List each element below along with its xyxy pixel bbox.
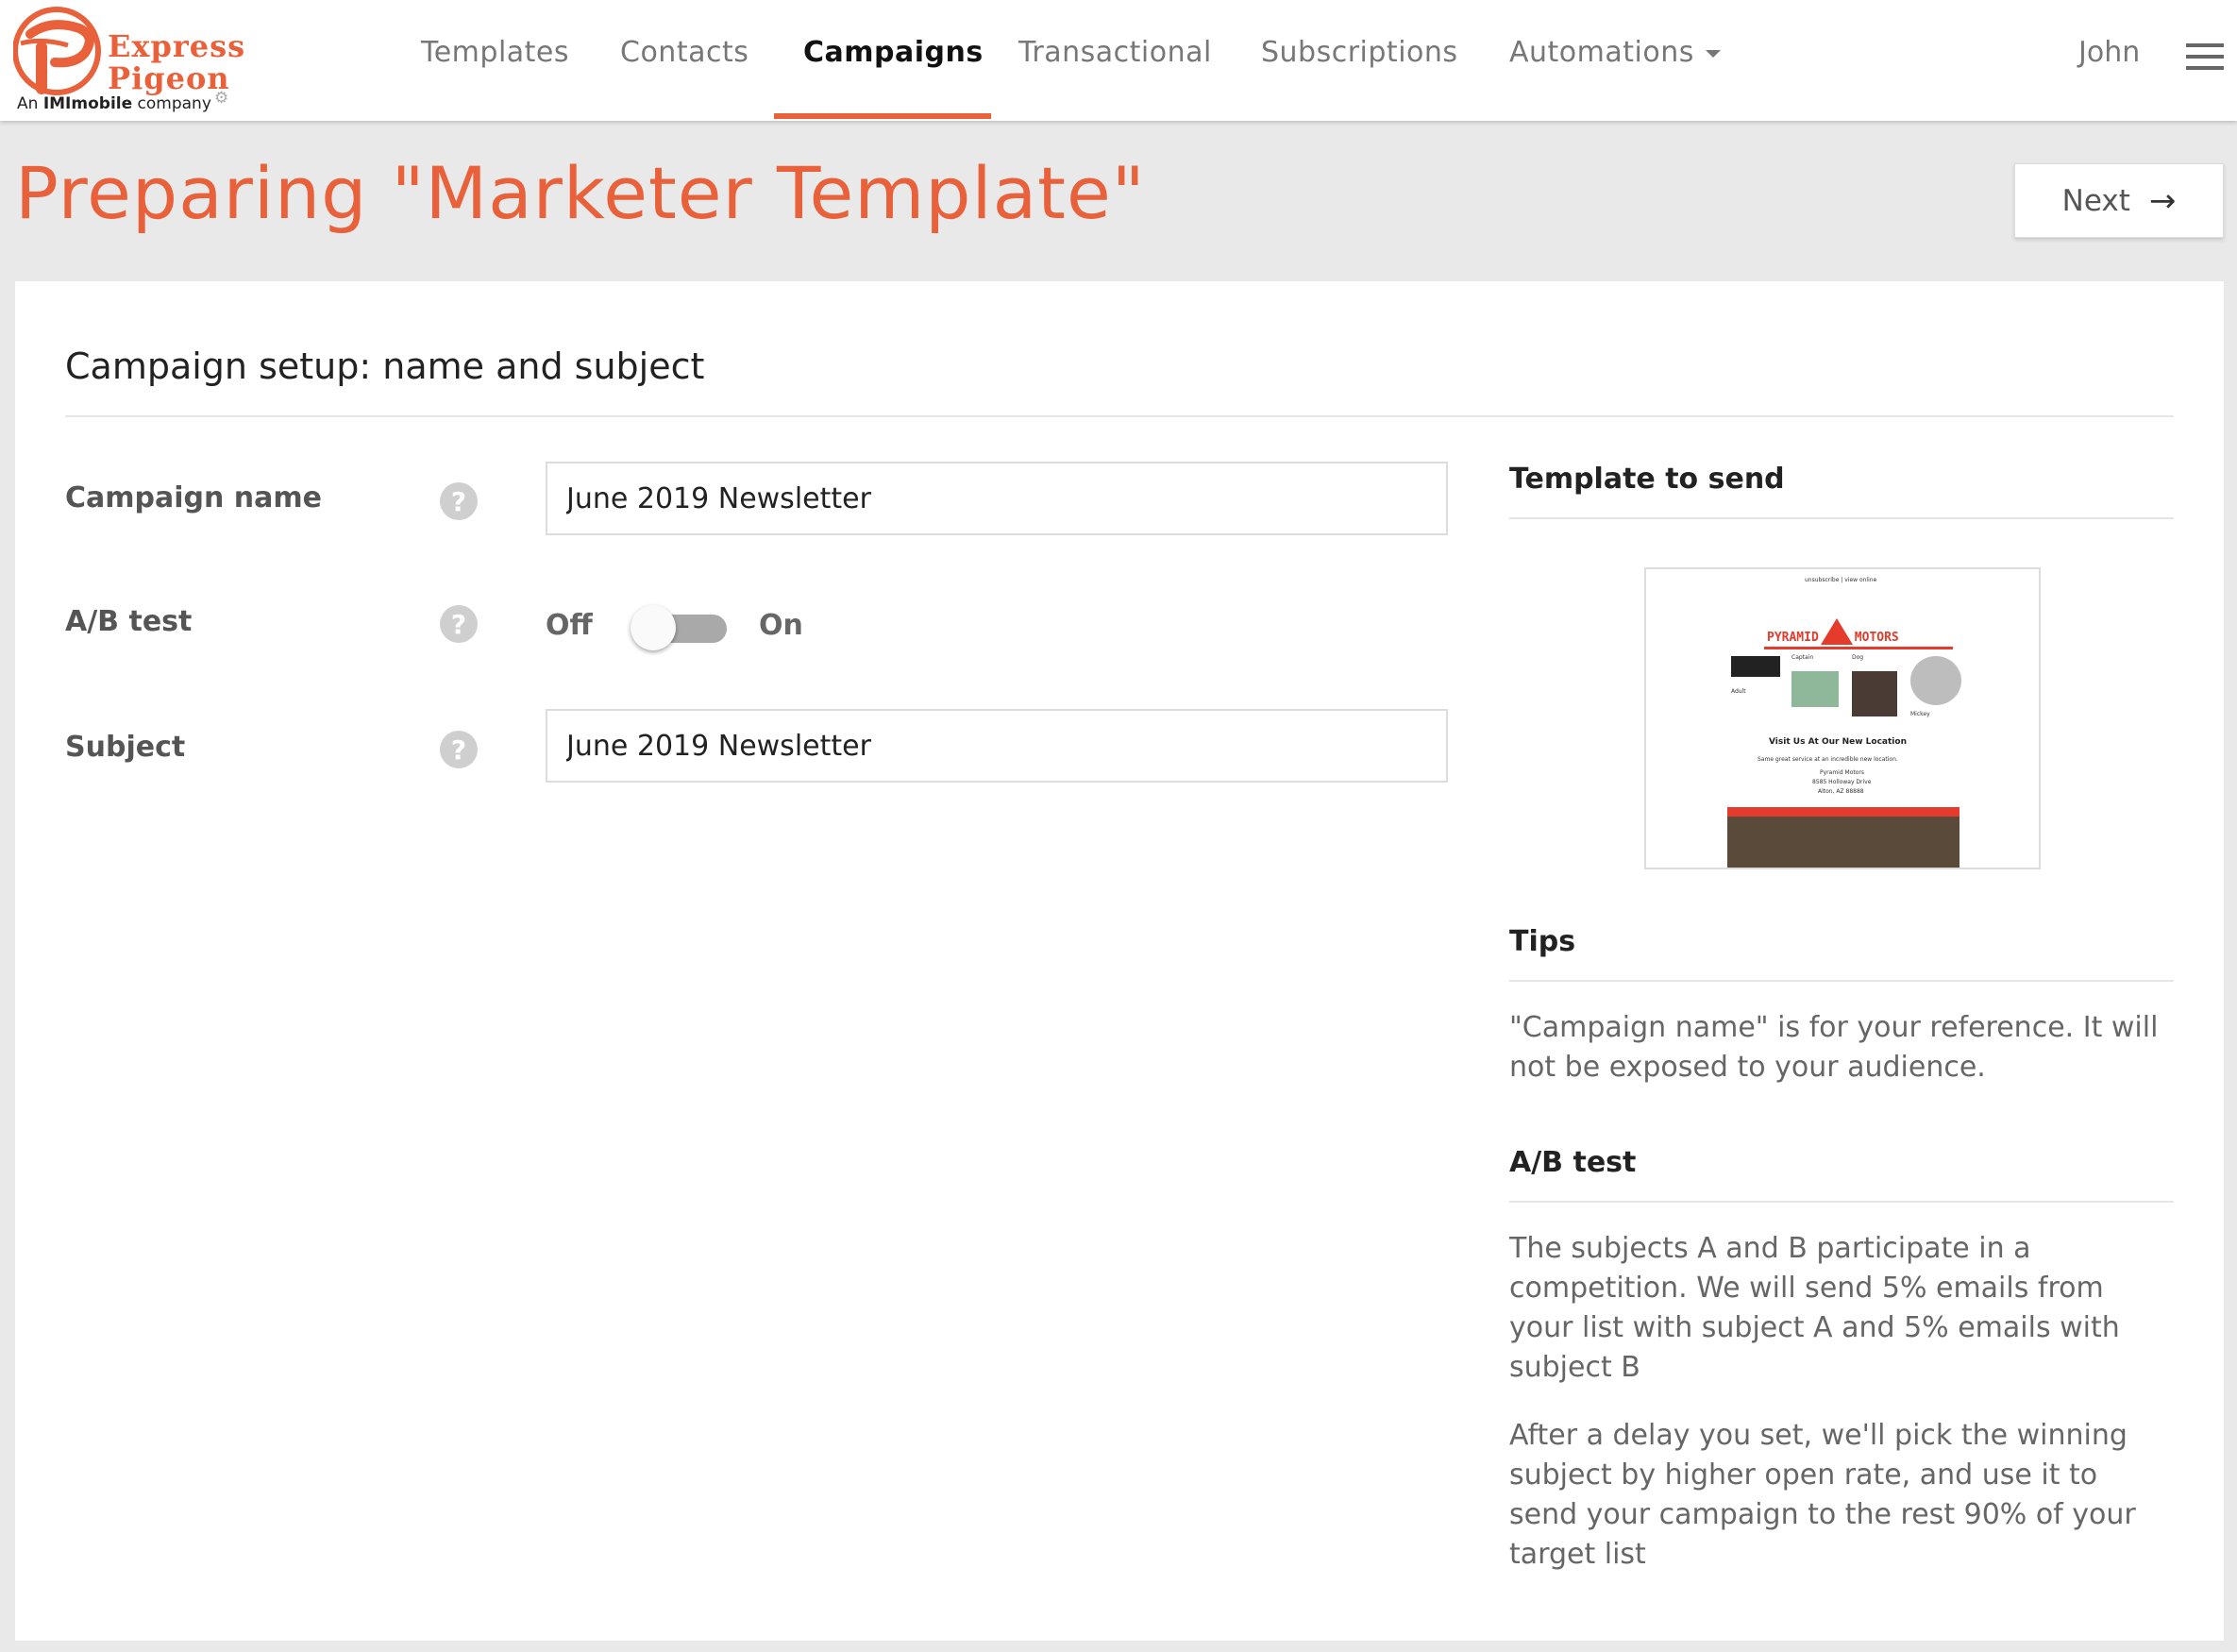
side-divider [1509, 517, 2174, 519]
campaign-name-input[interactable] [546, 462, 1448, 535]
toggle-knob [631, 605, 676, 650]
thumb-address-2: 8585 Holloway Drive [1812, 779, 1872, 785]
nav-item-contacts[interactable]: Contacts [620, 36, 748, 69]
thumb-photo-mickey [1910, 656, 1961, 705]
section-title: Campaign setup: name and subject [65, 346, 705, 387]
thumb-label-mickey: Mickey [1910, 711, 1930, 717]
thumb-label-captain: Captain [1791, 654, 1814, 661]
nav-item-templates[interactable]: Templates [421, 36, 569, 69]
nav-item-campaigns[interactable]: Campaigns [803, 36, 984, 69]
subject-label: Subject [65, 731, 186, 764]
top-navigation: Express Pigeon An IMImobile company ⚙ Te… [0, 0, 2237, 121]
section-divider [65, 415, 2174, 417]
nav-item-automations[interactable]: Automations [1509, 36, 1721, 69]
thumb-label-adult: Adult [1731, 688, 1746, 695]
thumb-hero-bar [1727, 807, 1959, 817]
caret-down-icon [1705, 49, 1721, 58]
active-tab-indicator [774, 113, 991, 119]
thumb-address-1: Pyramid Motors [1820, 769, 1865, 776]
ab-test-text-2: After a delay you set, we'll pick the wi… [1509, 1419, 2136, 1571]
thumb-photo-dog [1852, 671, 1897, 716]
logo-wordmark-line1: Express [108, 28, 246, 64]
template-to-send-heading: Template to send [1509, 463, 1785, 496]
help-icon[interactable]: ? [440, 482, 478, 520]
ab-test-on-label: On [759, 609, 803, 642]
nav-item-subscriptions[interactable]: Subscriptions [1261, 36, 1458, 69]
next-button[interactable]: Next → [2014, 163, 2224, 238]
user-menu[interactable]: John [2078, 36, 2140, 69]
page-title: Preparing "Marketer Template" [15, 151, 1146, 235]
template-thumbnail[interactable]: unsubscribe | view online PYRAMID MOTORS … [1644, 567, 2041, 869]
ab-test-off-label: Off [546, 609, 593, 642]
nav-item-transactional[interactable]: Transactional [1018, 36, 1212, 69]
thumb-photo-captain [1791, 671, 1839, 707]
thumb-sticker-image [1731, 656, 1780, 677]
ab-test-heading: A/B test [1509, 1146, 1637, 1179]
express-pigeon-logo[interactable]: Express Pigeon An IMImobile company ⚙ [13, 6, 244, 117]
ab-test-toggle[interactable] [631, 605, 729, 650]
thumb-brand: PYRAMID MOTORS [1767, 618, 1899, 645]
arrow-right-icon: → [2148, 181, 2177, 220]
subject-input[interactable] [546, 709, 1448, 783]
gear-icon: ⚙ [214, 89, 229, 108]
campaign-setup-card: Campaign setup: name and subject Campaig… [15, 281, 2224, 1641]
campaign-name-label: Campaign name [65, 481, 323, 514]
help-icon[interactable]: ? [440, 605, 478, 643]
next-button-label: Next [2061, 183, 2130, 218]
thumb-address-3: Alton, AZ 88888 [1818, 788, 1864, 795]
side-divider [1509, 1201, 2174, 1203]
hamburger-icon[interactable] [2186, 43, 2224, 70]
ab-test-text-1: The subjects A and B participate in a co… [1509, 1232, 2120, 1384]
tips-text: "Campaign name" is for your reference. I… [1509, 1011, 2159, 1084]
thumb-heading: Visit Us At Our New Location [1769, 737, 1907, 747]
thumb-subheading: Same great service at an incredible new … [1758, 756, 1898, 763]
help-icon[interactable]: ? [440, 731, 478, 768]
logo-company-tagline: An IMImobile company [17, 94, 211, 113]
ab-test-label: A/B test [65, 605, 193, 638]
thumb-brand-rule [1764, 647, 1953, 649]
logo-icon [13, 7, 101, 95]
tips-heading: Tips [1509, 925, 1576, 958]
logo-wordmark-line2: Pigeon [108, 60, 230, 96]
side-divider [1509, 980, 2174, 982]
thumb-label-dog: Dog [1852, 654, 1864, 661]
thumb-top-links: unsubscribe | view online [1805, 577, 1877, 583]
